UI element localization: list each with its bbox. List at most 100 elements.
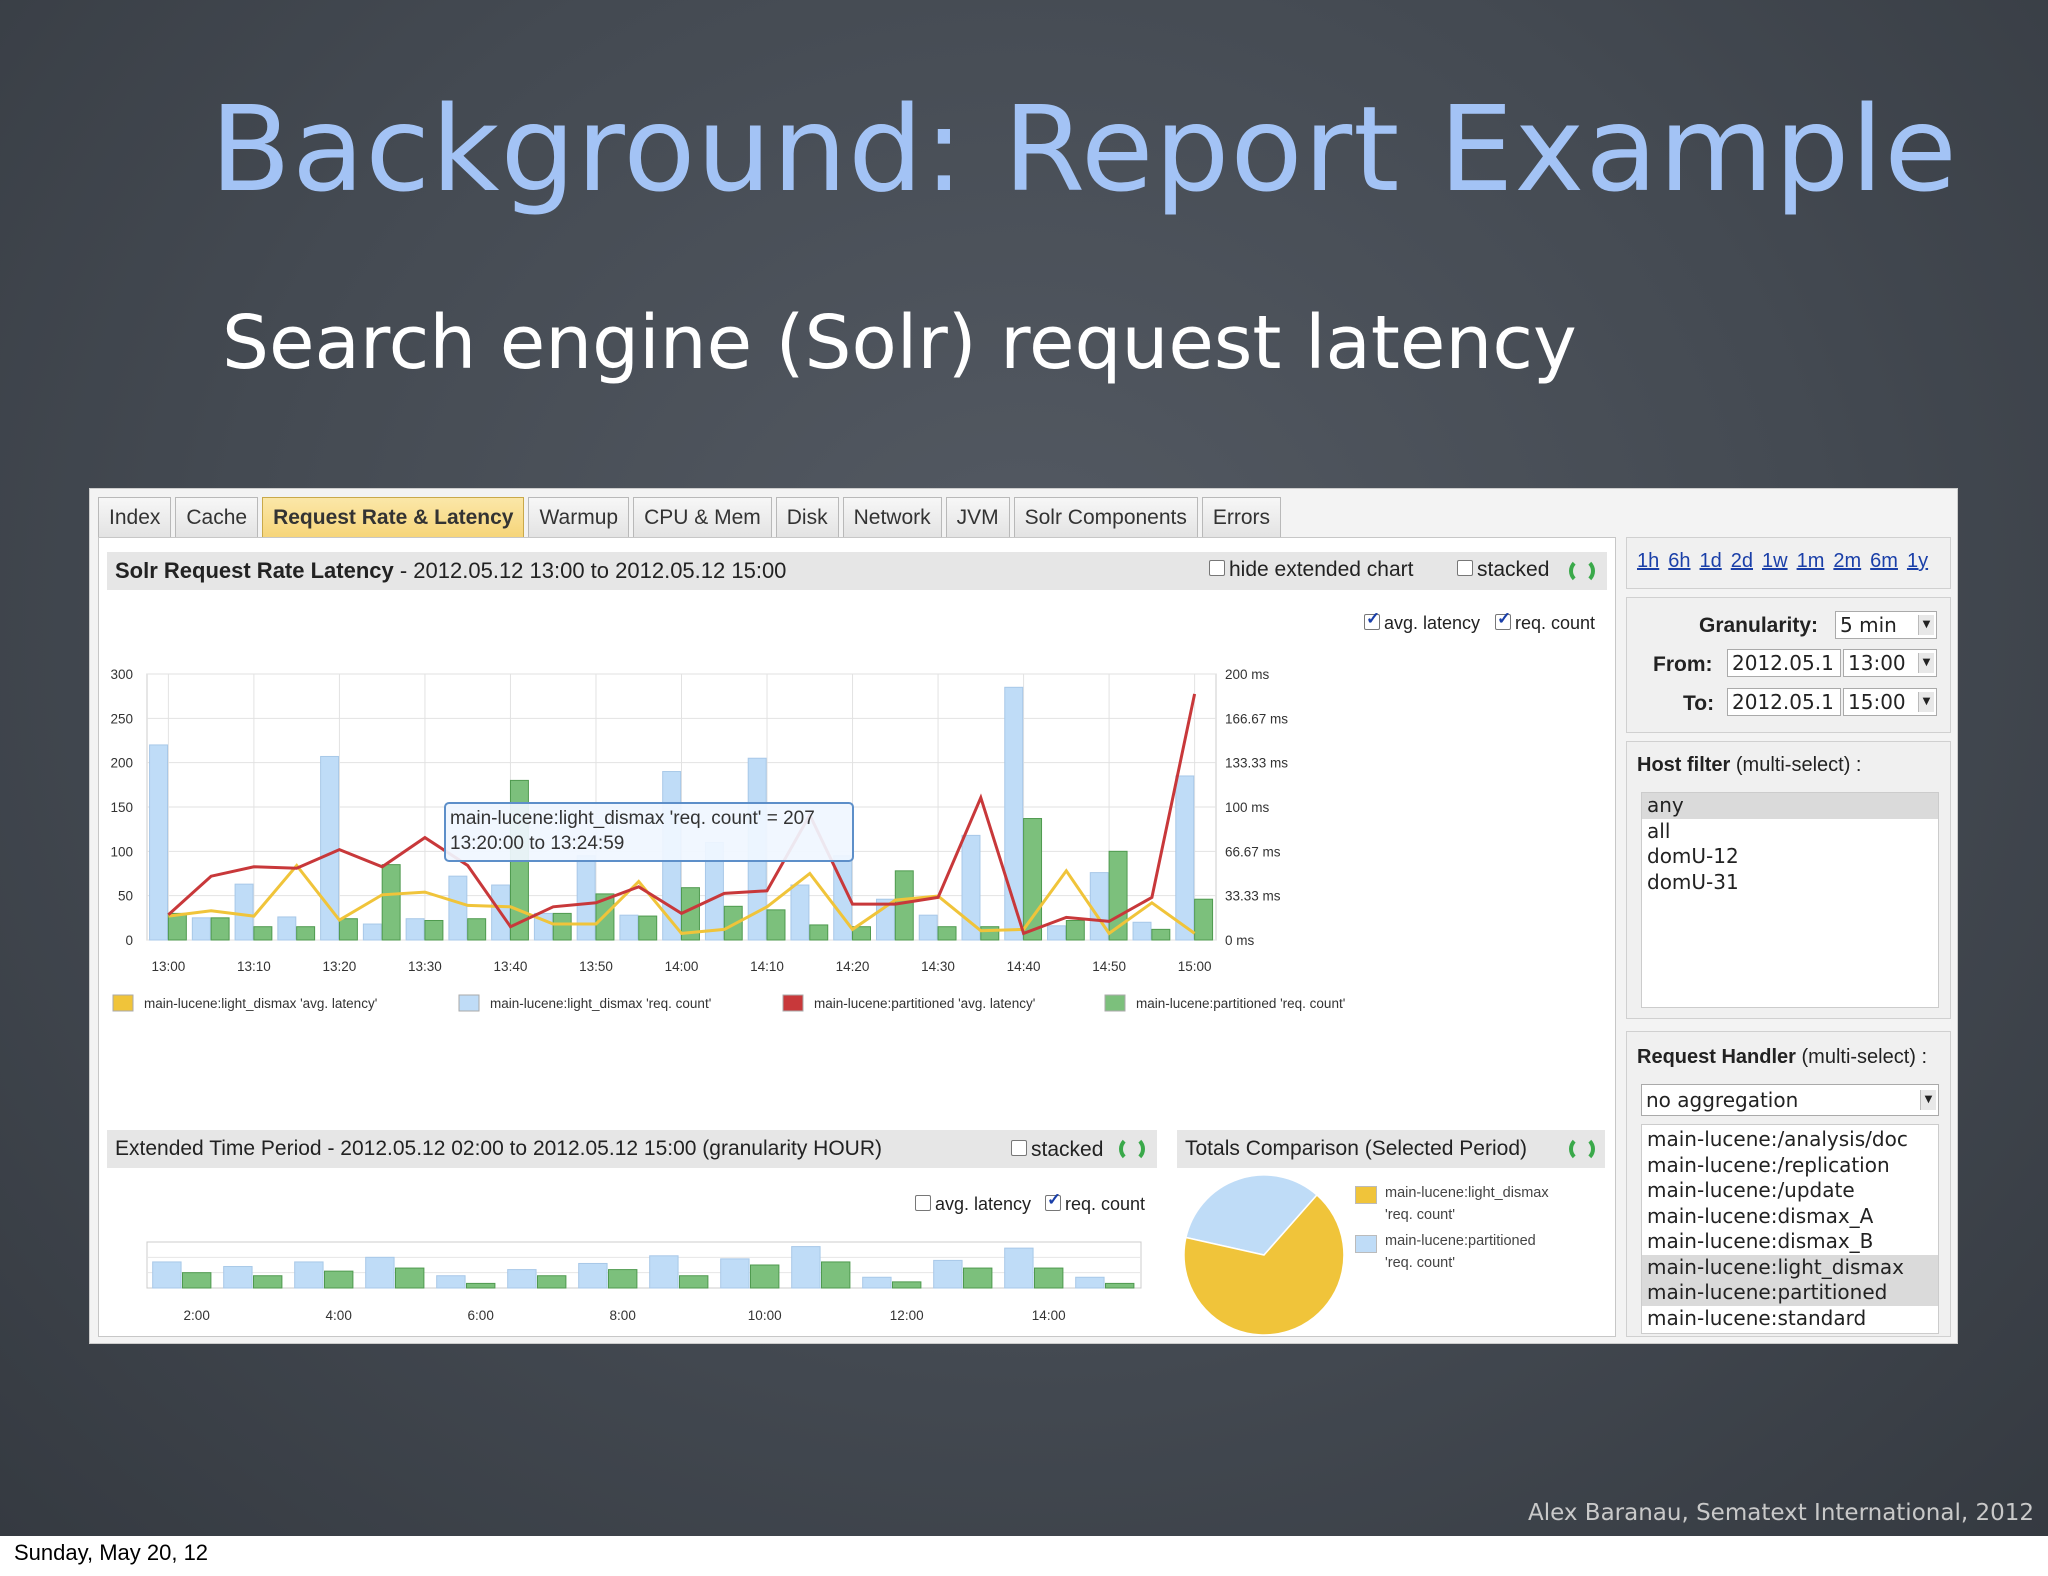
time-link-6m[interactable]: 6m	[1870, 550, 1898, 573]
time-link-1m[interactable]: 1m	[1797, 550, 1825, 573]
avg-latency-checkbox[interactable]: avg. latency	[1364, 609, 1481, 634]
bar-partitioned-req-count	[980, 926, 1000, 941]
bar-light-dismax-req-count	[320, 755, 340, 941]
chevron-down-icon: ▼	[1920, 1090, 1936, 1110]
bar-partitioned-req-count	[1151, 928, 1171, 941]
tab-errors[interactable]: Errors	[1201, 497, 1282, 537]
tab-bar: Index Cache Request Rate & Latency Warmup CP…	[98, 497, 1282, 537]
time-link-1h[interactable]: 1h	[1637, 550, 1659, 573]
checkbox-icon	[1457, 560, 1473, 577]
tab-index[interactable]: Index	[98, 497, 172, 537]
bar-light-dismax-req-count	[448, 875, 468, 941]
handler-option[interactable]: main-lucene:dismax_B	[1642, 1229, 1938, 1255]
ext-bar-light-dismax	[1075, 1276, 1105, 1289]
time-link-6h[interactable]: 6h	[1668, 550, 1690, 573]
extended-avg-latency-checkbox[interactable]: avg. latency	[915, 1194, 1031, 1215]
totals-refresh-icon[interactable]	[1569, 1136, 1595, 1162]
x-tick: 13:10	[237, 959, 271, 974]
ext-bar-partitioned	[1105, 1282, 1135, 1289]
ext-bar-partitioned	[395, 1267, 425, 1289]
host-filter-list[interactable]: any all domU-12 domU-31	[1641, 792, 1939, 1008]
ext-bar-partitioned	[1034, 1267, 1064, 1289]
tab-jvm[interactable]: JVM	[945, 497, 1010, 537]
ext-bar-partitioned	[963, 1267, 993, 1289]
extended-panel-header: Extended Time Period - 2012.05.12 02:00 …	[107, 1130, 1157, 1168]
time-link-1d[interactable]: 1d	[1700, 550, 1722, 573]
handler-option[interactable]: main-lucene:/replication	[1642, 1153, 1938, 1179]
y-left-tick: 200	[110, 756, 133, 771]
bar-partitioned-req-count	[894, 870, 914, 941]
handler-option[interactable]: main-lucene:partitioned	[1642, 1280, 1938, 1306]
host-option[interactable]: domU-31	[1642, 870, 1938, 896]
from-time-select[interactable]: 13:00 ▼	[1843, 649, 1937, 677]
pie-legend-item-1: main-lucene:light_dismax 'req. count'	[1385, 1182, 1549, 1226]
ext-bar-light-dismax	[294, 1261, 324, 1289]
request-handler-list[interactable]: main-lucene:/analysis/doc main-lucene:/re…	[1641, 1124, 1939, 1334]
extended-req-count-checkbox[interactable]: req. count	[1045, 1190, 1145, 1215]
legend-label: main-lucene:light_dismax 'req. count'	[490, 996, 711, 1011]
y-right-tick: 200 ms	[1225, 667, 1270, 682]
tab-cpu-mem[interactable]: CPU & Mem	[633, 497, 772, 537]
ext-bar-partitioned	[821, 1261, 851, 1289]
refresh-icon[interactable]	[1569, 558, 1595, 584]
to-date-input[interactable]: 2012.05.1	[1727, 688, 1841, 716]
from-date-input[interactable]: 2012.05.1	[1727, 649, 1841, 677]
pie-legend-1a: main-lucene:light_dismax	[1385, 1185, 1549, 1201]
time-link-2d[interactable]: 2d	[1731, 550, 1753, 573]
tab-network[interactable]: Network	[842, 497, 942, 537]
y-right-tick: 66.67 ms	[1225, 844, 1281, 859]
host-option[interactable]: any	[1642, 793, 1938, 819]
bar-light-dismax-req-count	[918, 914, 938, 941]
tab-warmup[interactable]: Warmup	[528, 497, 630, 537]
tab-request-rate-latency[interactable]: Request Rate & Latency	[262, 497, 525, 537]
checkbox-icon	[1011, 1140, 1027, 1157]
ext-bar-light-dismax	[152, 1261, 182, 1289]
legend-swatch	[1104, 994, 1126, 1012]
ext-bar-light-dismax	[649, 1255, 679, 1289]
aggregation-select[interactable]: no aggregation ▼	[1641, 1084, 1939, 1116]
host-filter-label: Host filter	[1637, 754, 1731, 776]
y-left-tick: 150	[110, 800, 133, 815]
to-time-select[interactable]: 15:00 ▼	[1843, 688, 1937, 716]
bar-partitioned-req-count	[424, 919, 444, 941]
bar-light-dismax-req-count	[576, 855, 596, 941]
hide-extended-checkbox[interactable]: hide extended chart	[1209, 558, 1413, 582]
content-area: Solr Request Rate Latency - 2012.05.12 1…	[98, 537, 1616, 1337]
granularity-select[interactable]: 5 min ▼	[1835, 611, 1937, 639]
extended-refresh-icon[interactable]	[1119, 1136, 1145, 1162]
totals-panel-title: Totals Comparison (Selected Period)	[1185, 1137, 1527, 1160]
bar-partitioned-req-count	[381, 864, 401, 941]
handler-option[interactable]: main-lucene:/update	[1642, 1178, 1938, 1204]
handler-option[interactable]: main-lucene:/analysis/doc	[1642, 1127, 1938, 1153]
time-link-1y[interactable]: 1y	[1907, 550, 1928, 573]
extended-stacked-checkbox[interactable]: stacked	[1011, 1138, 1103, 1162]
tab-disk[interactable]: Disk	[775, 497, 839, 537]
req-count-checkbox[interactable]: req. count	[1495, 609, 1596, 634]
avg-latency-label: avg. latency	[1384, 613, 1481, 633]
main-panel-title: Solr Request Rate Latency	[115, 558, 394, 583]
handler-option[interactable]: main-lucene:light_dismax	[1642, 1254, 1938, 1280]
request-handler-label: Request Handler	[1637, 1046, 1796, 1068]
time-link-1w[interactable]: 1w	[1762, 550, 1788, 573]
extended-panel-title: Extended Time Period - 2012.05.12 02:00 …	[115, 1137, 882, 1160]
ext-bar-light-dismax	[436, 1275, 466, 1289]
extended-stacked-label: stacked	[1031, 1138, 1104, 1161]
tab-cache[interactable]: Cache	[175, 497, 259, 537]
pie-legend-swatch-yellow	[1355, 1186, 1377, 1204]
checkbox-icon	[1045, 1190, 1061, 1212]
slide-credit: Alex Baranau, Sematext International, 20…	[1528, 1500, 2034, 1526]
handler-option[interactable]: main-lucene:standard	[1642, 1306, 1938, 1332]
stacked-checkbox[interactable]: stacked	[1457, 558, 1549, 582]
bar-light-dismax-req-count	[149, 744, 169, 941]
time-range-links: 1h 6h 1d 2d 1w 1m 2m 6m 1y	[1626, 537, 1951, 589]
bar-partitioned-req-count	[1065, 919, 1085, 941]
y-left-tick: 0	[125, 933, 133, 948]
ext-bar-partitioned	[750, 1264, 780, 1289]
host-option[interactable]: domU-12	[1642, 844, 1938, 870]
bar-light-dismax-req-count	[234, 883, 254, 941]
handler-option[interactable]: main-lucene:dismax_A	[1642, 1204, 1938, 1230]
time-link-2m[interactable]: 2m	[1833, 550, 1861, 573]
tab-solr-components[interactable]: Solr Components	[1013, 497, 1198, 537]
host-option[interactable]: all	[1642, 819, 1938, 845]
req-count-label: req. count	[1515, 613, 1596, 633]
